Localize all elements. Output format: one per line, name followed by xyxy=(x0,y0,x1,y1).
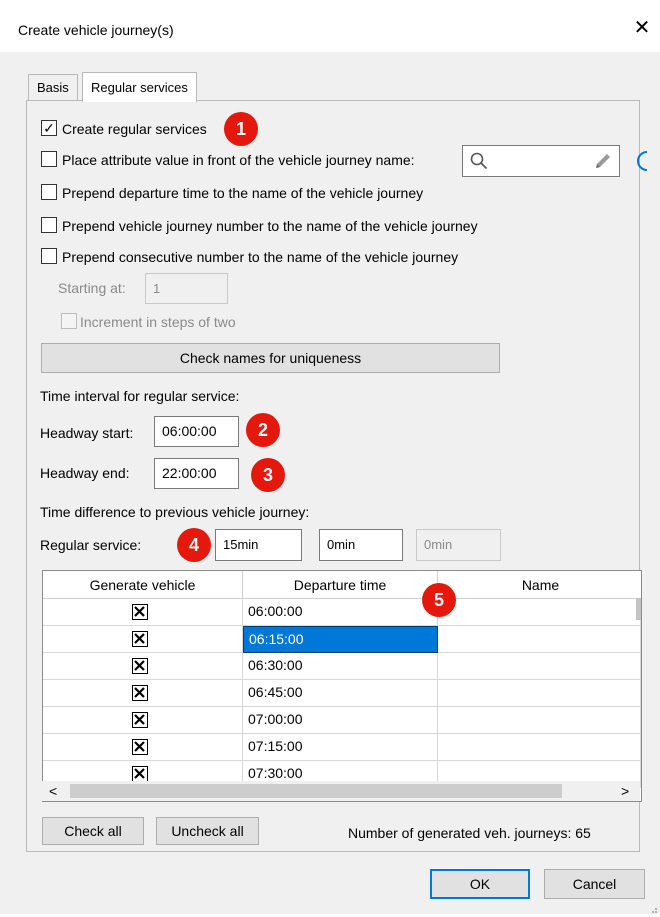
regular-service-label: Regular service: xyxy=(40,537,142,553)
starting-at-label: Starting at: xyxy=(58,280,126,296)
tab-regular-services[interactable]: Regular services xyxy=(82,72,197,102)
uncheck-all-button[interactable]: Uncheck all xyxy=(156,817,259,845)
departure-cell[interactable]: 07:15:00 xyxy=(243,734,438,761)
regular-service-interval-3[interactable]: 0min xyxy=(416,529,501,561)
departure-cell[interactable]: 07:00:00 xyxy=(243,707,438,734)
scroll-right-arrow[interactable]: > xyxy=(621,781,629,801)
callout-badge-5: 5 xyxy=(422,583,456,617)
create-regular-checkbox[interactable]: ✓ xyxy=(41,120,57,136)
vertical-scrollbar-thumb[interactable] xyxy=(636,598,641,620)
ok-button[interactable]: OK xyxy=(430,869,530,899)
callout-badge-2: 2 xyxy=(246,413,280,447)
dialog-title: Create vehicle journey(s) xyxy=(18,22,174,38)
create-regular-label: Create regular services xyxy=(62,121,207,137)
column-header-departure[interactable]: Departure time xyxy=(243,571,438,599)
generate-checkbox[interactable] xyxy=(132,685,148,701)
callout-badge-4: 4 xyxy=(177,528,211,562)
name-cell[interactable] xyxy=(438,680,641,707)
place-attribute-checkbox[interactable] xyxy=(41,151,57,167)
check-names-button[interactable]: Check names for uniqueness xyxy=(41,343,500,373)
check-all-button[interactable]: Check all xyxy=(42,817,144,845)
generated-count-text: Number of generated veh. journeys: 65 xyxy=(348,825,591,841)
generate-checkbox[interactable] xyxy=(132,658,148,674)
prepend-journey-number-label: Prepend vehicle journey number to the na… xyxy=(62,218,478,234)
callout-badge-3: 3 xyxy=(251,458,285,492)
cancel-button[interactable]: Cancel xyxy=(544,869,645,899)
refresh-icon[interactable] xyxy=(637,149,649,176)
place-attribute-label: Place attribute value in front of the ve… xyxy=(62,152,415,168)
generate-checkbox[interactable] xyxy=(132,604,148,620)
departure-cell[interactable]: 06:45:00 xyxy=(243,680,438,707)
departure-cell-selected[interactable]: 06:15:00 xyxy=(243,626,438,653)
headway-end-input[interactable]: 22:00:00 xyxy=(154,458,239,489)
difference-heading: Time difference to previous vehicle jour… xyxy=(40,504,310,520)
horizontal-scrollbar-thumb[interactable] xyxy=(70,784,562,798)
table-row[interactable]: 06:15:00 xyxy=(43,626,641,653)
name-cell[interactable] xyxy=(438,734,641,761)
prepend-consecutive-label: Prepend consecutive number to the name o… xyxy=(62,249,459,265)
column-header-generate[interactable]: Generate vehicle xyxy=(43,571,243,599)
generate-checkbox[interactable] xyxy=(132,712,148,728)
attribute-selector-field[interactable] xyxy=(462,145,620,177)
table-row[interactable]: 06:00:00 xyxy=(43,599,641,626)
pencil-icon[interactable] xyxy=(593,151,613,180)
search-icon[interactable] xyxy=(470,152,488,179)
prepend-journey-number-checkbox[interactable] xyxy=(41,217,57,233)
generate-checkbox[interactable] xyxy=(132,739,148,755)
table-row[interactable]: 06:45:00 xyxy=(43,680,641,707)
generate-checkbox[interactable] xyxy=(132,766,148,782)
tab-basis[interactable]: Basis xyxy=(28,74,78,100)
increment-checkbox[interactable] xyxy=(61,313,77,329)
table-row[interactable]: 06:30:00 xyxy=(43,653,641,680)
headway-end-label: Headway end: xyxy=(40,465,130,481)
column-header-name[interactable]: Name xyxy=(438,571,641,599)
prepend-departure-checkbox[interactable] xyxy=(41,184,57,200)
regular-service-interval-2[interactable]: 0min xyxy=(319,529,403,561)
table-row[interactable]: 07:00:00 xyxy=(43,707,641,734)
table-row[interactable]: 07:15:00 xyxy=(43,734,641,761)
name-cell[interactable] xyxy=(438,653,641,680)
resize-grip-icon[interactable] xyxy=(648,902,658,917)
name-cell[interactable] xyxy=(438,626,641,653)
prepend-departure-label: Prepend departure time to the name of th… xyxy=(62,185,424,201)
departure-cell[interactable]: 06:00:00 xyxy=(243,599,438,626)
close-icon[interactable]: ✕ xyxy=(628,14,656,42)
name-cell[interactable] xyxy=(438,707,641,734)
prepend-consecutive-checkbox[interactable] xyxy=(41,248,57,264)
departures-table: Generate vehicle Departure time Name 06:… xyxy=(42,570,642,802)
horizontal-scrollbar[interactable]: < > xyxy=(42,781,640,801)
departure-cell[interactable]: 06:30:00 xyxy=(243,653,438,680)
scroll-left-arrow[interactable]: < xyxy=(49,781,57,801)
regular-service-interval-1[interactable]: 15min xyxy=(215,529,302,561)
headway-start-label: Headway start: xyxy=(40,425,134,441)
increment-label: Increment in steps of two xyxy=(80,314,236,330)
generate-checkbox[interactable] xyxy=(132,631,148,647)
interval-heading: Time interval for regular service: xyxy=(40,388,240,404)
starting-at-input[interactable]: 1 xyxy=(145,273,228,304)
name-cell[interactable] xyxy=(438,599,641,626)
headway-start-input[interactable]: 06:00:00 xyxy=(154,416,239,447)
callout-badge-1: 1 xyxy=(224,112,258,146)
